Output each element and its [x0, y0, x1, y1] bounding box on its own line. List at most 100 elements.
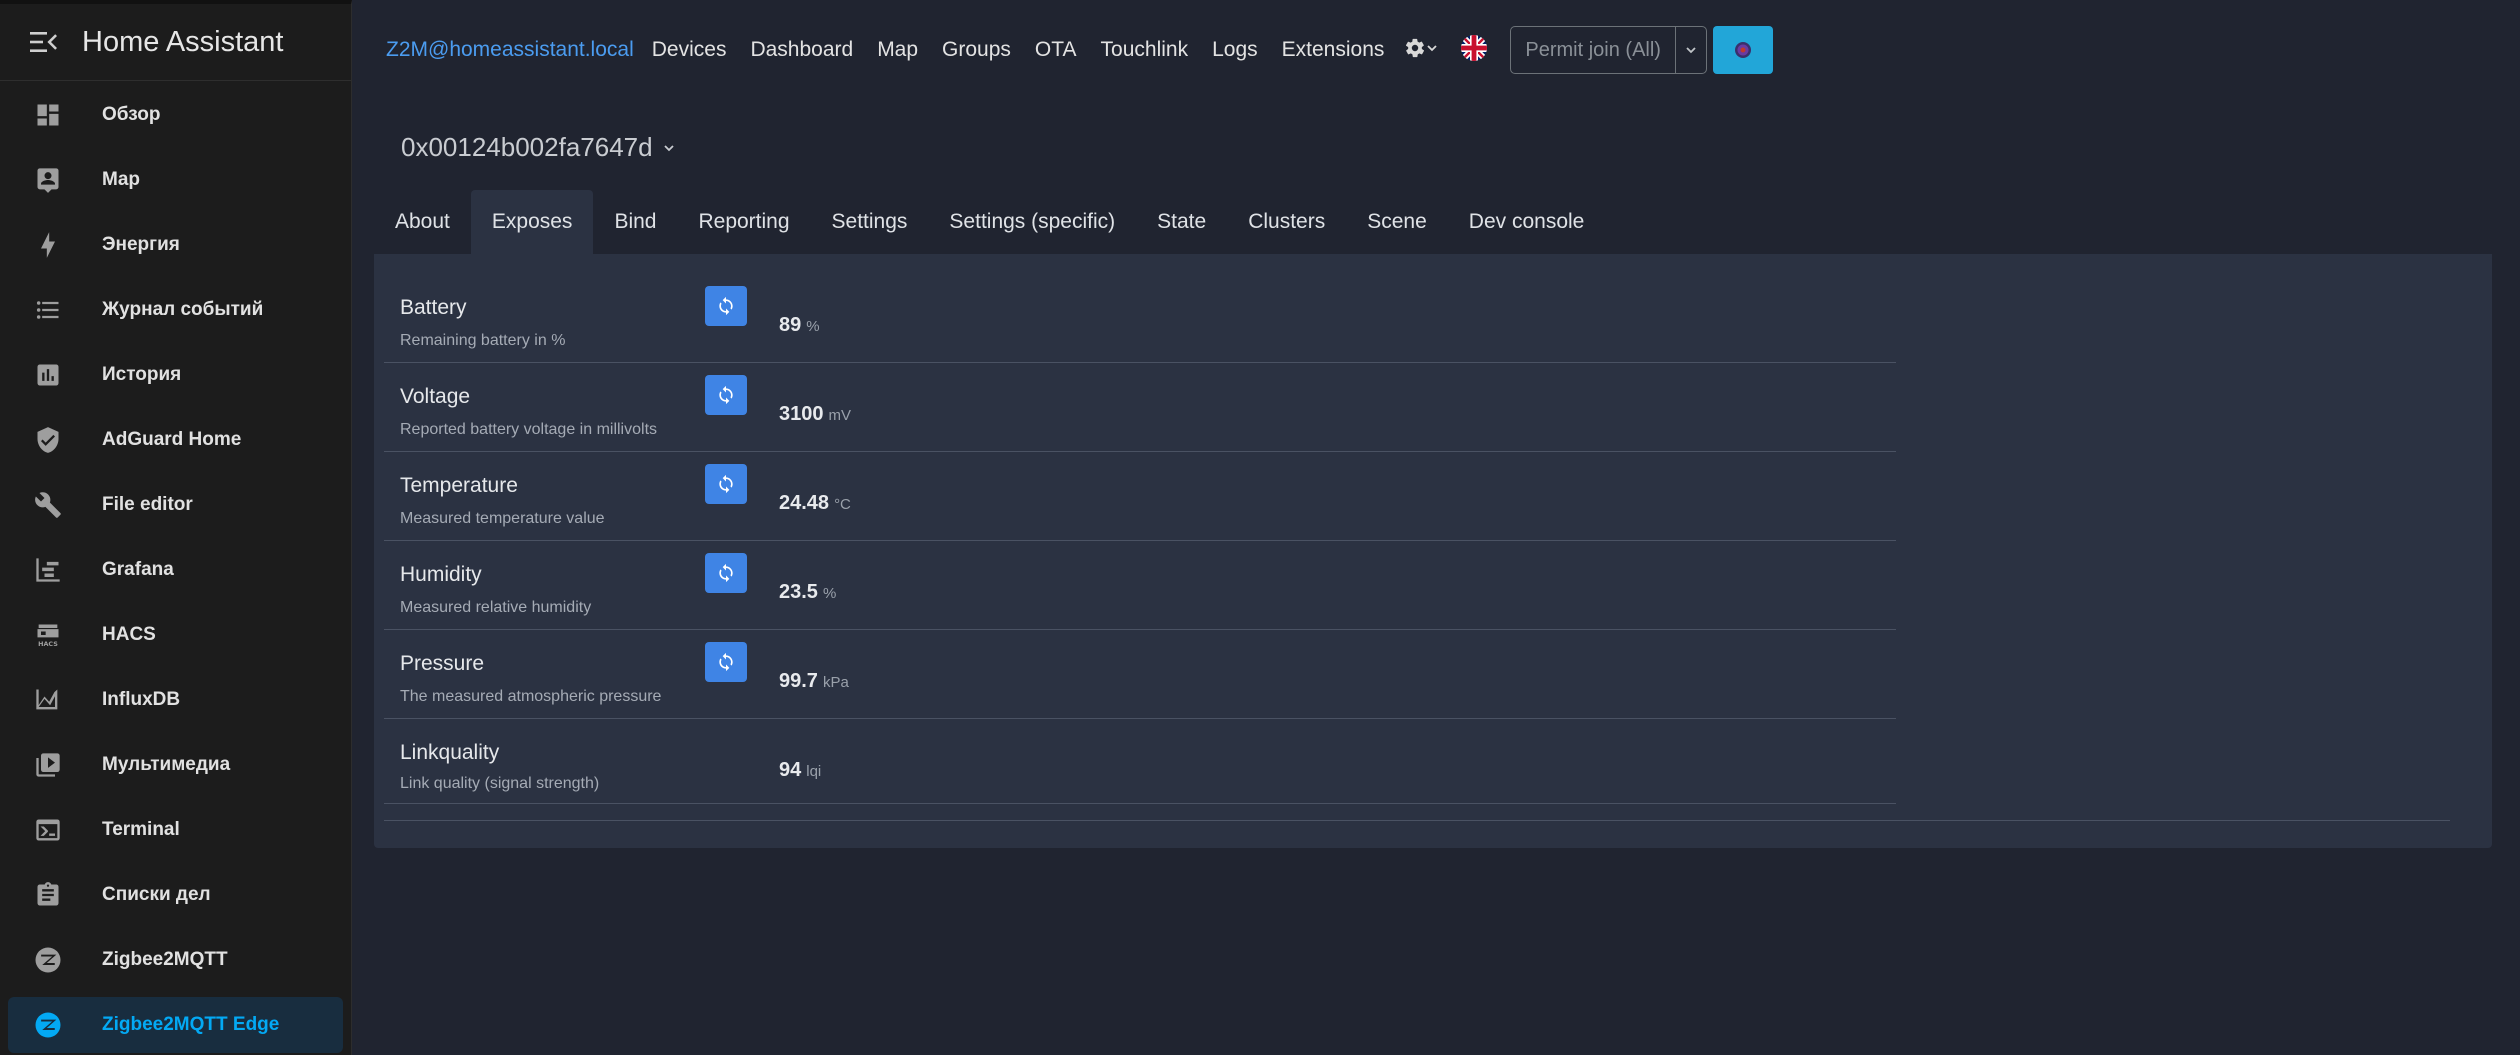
sidebar-item-adguard[interactable]: AdGuard Home — [8, 412, 343, 468]
format-list-bulleted-icon — [28, 290, 68, 330]
exposes-list: Battery Remaining battery in % 89% Volta… — [384, 274, 1896, 804]
tab-settings-specific[interactable]: Settings (specific) — [928, 190, 1136, 254]
coordinator-status-button[interactable] — [1712, 26, 1773, 74]
tab-clusters[interactable]: Clusters — [1227, 190, 1346, 254]
coordinator-icon — [1734, 42, 1751, 58]
refresh-icon — [719, 296, 733, 316]
sidebar-item-grafana[interactable]: Grafana — [8, 542, 343, 598]
expose-description: The measured atmospheric pressure — [400, 688, 662, 705]
sidebar-item-influxdb[interactable]: InfluxDB — [8, 672, 343, 728]
sidebar-header: Home Assistant — [0, 4, 351, 81]
refresh-button[interactable] — [705, 464, 747, 504]
expose-description: Reported battery voltage in millivolts — [400, 421, 658, 438]
play-box-multiple-icon — [28, 745, 68, 785]
device-selector[interactable]: 0x00124b002fa7647d — [401, 132, 675, 163]
app-title: Home Assistant — [82, 25, 284, 58]
sidebar-item-overview[interactable]: Обзор — [8, 87, 343, 143]
expose-value: 99.7 kPa — [779, 670, 849, 692]
expose-description: Link quality (signal strength) — [400, 775, 600, 792]
expose-description: Remaining battery in % — [400, 332, 566, 349]
tab-reporting[interactable]: Reporting — [677, 190, 810, 254]
expose-row-pressure: Pressure The measured atmospheric pressu… — [384, 630, 1896, 719]
tab-settings[interactable]: Settings — [811, 190, 929, 254]
sidebar-item-map[interactable]: Map — [8, 152, 343, 208]
nav-link-dashboard[interactable]: Dashboard — [744, 38, 859, 62]
chevron-down-icon — [1426, 41, 1438, 59]
expose-value: 23.5% — [779, 581, 837, 603]
expose-unit: % — [806, 318, 820, 335]
sidebar-item-file-editor[interactable]: File editor — [8, 477, 343, 533]
hacs-store-icon: HACS — [28, 615, 68, 655]
sidebar-item-label: AdGuard Home — [102, 429, 242, 450]
sidebar-item-label: File editor — [102, 494, 193, 515]
nav-link-ota[interactable]: OTA — [1029, 38, 1083, 62]
expose-row-voltage: Voltage Reported battery voltage in mill… — [384, 363, 1896, 452]
settings-dropdown[interactable] — [1404, 37, 1438, 64]
language-selector[interactable] — [1460, 34, 1488, 67]
refresh-icon — [719, 563, 733, 583]
tab-dev-console[interactable]: Dev console — [1448, 190, 1606, 254]
refresh-button[interactable] — [705, 642, 747, 682]
shield-check-icon — [28, 420, 68, 460]
refresh-button[interactable] — [705, 375, 747, 415]
panel-divider — [384, 820, 2450, 821]
sidebar-item-todo[interactable]: Списки дел — [8, 867, 343, 923]
nav-link-map[interactable]: Map — [871, 38, 924, 62]
chevron-down-icon — [663, 142, 675, 154]
menu-collapse-icon[interactable] — [22, 31, 66, 53]
expose-value: 24.48 °C — [779, 492, 851, 514]
chart-box-icon — [28, 355, 68, 395]
expose-unit: kPa — [822, 674, 849, 691]
tab-bind[interactable]: Bind — [593, 190, 677, 254]
expose-row-linkquality: Linkquality Link quality (signal strengt… — [384, 719, 1896, 804]
sidebar-item-label: История — [102, 364, 182, 385]
expose-value: 89% — [779, 314, 820, 336]
sidebar-item-logbook[interactable]: Журнал событий — [8, 282, 343, 338]
expose-row-battery: Battery Remaining battery in % 89% — [384, 274, 1896, 363]
nav-link-logs[interactable]: Logs — [1206, 38, 1264, 62]
sidebar-item-label: Энергия — [102, 234, 180, 255]
refresh-button[interactable] — [705, 553, 747, 593]
sidebar-item-energy[interactable]: Энергия — [8, 217, 343, 273]
nav-link-touchlink[interactable]: Touchlink — [1095, 38, 1195, 62]
sidebar-item-label: Map — [102, 169, 140, 190]
tab-scene[interactable]: Scene — [1346, 190, 1448, 254]
expose-value: 94 lqi — [779, 759, 822, 781]
expose-value: 3100 mV — [779, 403, 851, 425]
lightning-bolt-icon — [28, 225, 68, 265]
sidebar-item-zigbee2mqtt-edge[interactable]: Zigbee2MQTT Edge — [8, 997, 343, 1053]
sidebar-item-media[interactable]: Мультимедиа — [8, 737, 343, 793]
sidebar-item-terminal[interactable]: Terminal — [8, 802, 343, 858]
sidebar: Home Assistant Обзор Map Энергия Журнал … — [0, 0, 352, 1055]
nav-link-extensions[interactable]: Extensions — [1276, 38, 1391, 62]
map-account-icon — [28, 160, 68, 200]
sidebar-item-zigbee2mqtt[interactable]: Zigbee2MQTT — [8, 932, 343, 988]
refresh-button[interactable] — [705, 286, 747, 326]
nav-link-devices[interactable]: Devices — [646, 38, 733, 62]
expose-unit: °C — [834, 496, 851, 513]
expose-unit: lqi — [806, 763, 822, 780]
expose-row-humidity: Humidity Measured relative humidity 23.5… — [384, 541, 1896, 630]
tab-state[interactable]: State — [1136, 190, 1227, 254]
chart-timeline-icon — [28, 550, 68, 590]
sidebar-item-hacs[interactable]: HACS HACS — [8, 607, 343, 663]
brand-link[interactable]: Z2M@homeassistant.local — [386, 38, 634, 62]
clipboard-list-icon — [28, 875, 68, 915]
sidebar-item-label: HACS — [102, 624, 156, 645]
zigbee-icon — [28, 940, 68, 980]
dashboard-icon — [28, 95, 68, 135]
sidebar-item-history[interactable]: История — [8, 347, 343, 403]
permit-join-button[interactable]: Permit join (All) — [1510, 26, 1676, 74]
sidebar-item-label: Zigbee2MQTT — [102, 949, 228, 970]
tab-exposes[interactable]: Exposes — [470, 190, 594, 254]
expose-description: Measured relative humidity — [400, 599, 592, 616]
permit-join-dropdown[interactable] — [1675, 26, 1707, 74]
sidebar-item-label: Zigbee2MQTT Edge — [102, 1014, 280, 1035]
tab-about[interactable]: About — [374, 190, 471, 254]
zigbee-icon — [28, 1005, 68, 1045]
expose-name: Humidity — [400, 563, 482, 586]
expose-unit: % — [822, 585, 837, 602]
nav-link-groups[interactable]: Groups — [936, 38, 1017, 62]
chart-areaspline-icon — [28, 680, 68, 720]
expose-description: Measured temperature value — [400, 510, 605, 527]
